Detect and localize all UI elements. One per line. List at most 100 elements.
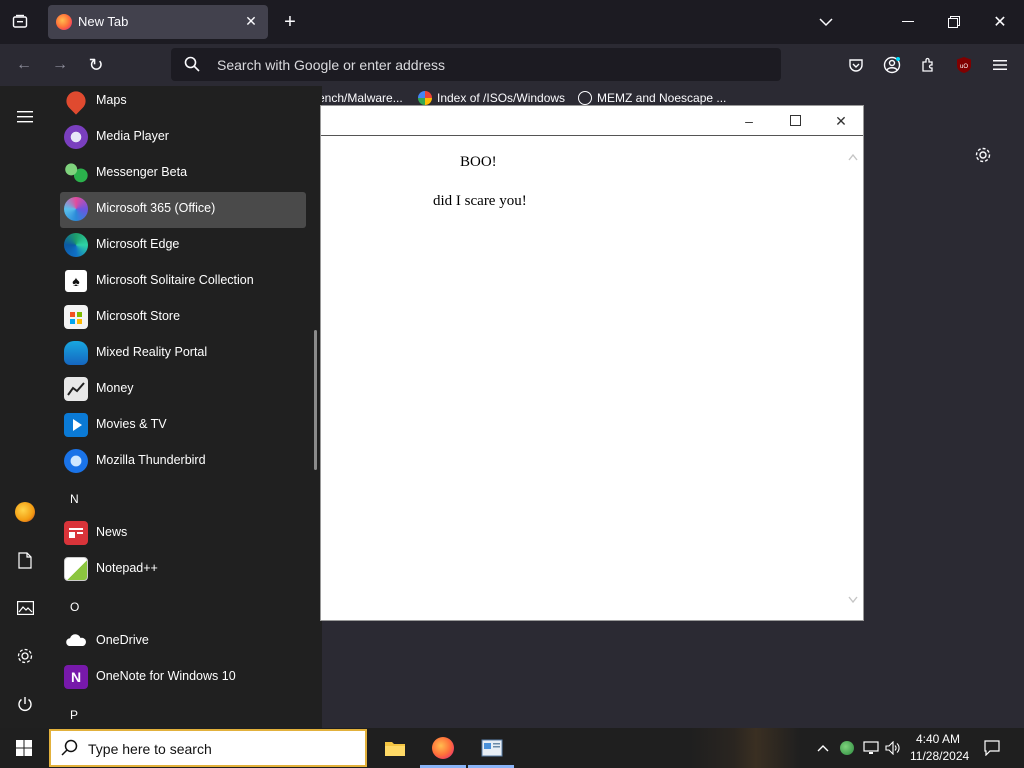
bookmark-isos-windows[interactable]: Index of /ISOs/Windows	[418, 91, 565, 105]
app-movies-tv[interactable]: Movies & TV	[60, 408, 306, 444]
onedrive-icon	[64, 629, 88, 653]
search-placeholder: Type here to search	[88, 741, 212, 757]
volume-icon[interactable]	[884, 738, 902, 758]
svg-text:uO: uO	[960, 64, 968, 70]
popup-scrollbar[interactable]	[843, 137, 863, 620]
gear-icon[interactable]	[972, 144, 994, 166]
tab-new-tab[interactable]: New Tab ✕	[48, 5, 268, 39]
pictures-icon[interactable]	[14, 597, 36, 619]
section-letter-o[interactable]: O	[70, 600, 79, 614]
clock-time[interactable]: 4:40 AM	[916, 732, 960, 746]
app-mixed-reality-portal[interactable]: Mixed Reality Portal	[60, 336, 306, 372]
app-microsoft-solitaire[interactable]: ♠ Microsoft Solitaire Collection	[60, 264, 306, 300]
section-letter-n[interactable]: N	[70, 492, 79, 506]
address-placeholder: Search with Google or enter address	[217, 57, 446, 73]
app-label: Notepad++	[96, 561, 158, 575]
start-menu-scrollbar[interactable]	[314, 330, 317, 470]
tray-app-icon[interactable]	[838, 738, 856, 758]
movies-tv-icon	[64, 413, 88, 437]
app-microsoft-store[interactable]: Microsoft Store	[60, 300, 306, 336]
tab-title: New Tab	[78, 14, 129, 29]
google-icon	[418, 91, 432, 105]
app-messenger-beta[interactable]: Messenger Beta	[60, 156, 306, 192]
globe-icon	[578, 91, 592, 105]
app-label: Mixed Reality Portal	[96, 345, 208, 359]
microsoft-365-icon	[64, 197, 88, 221]
edge-icon	[64, 233, 88, 257]
close-tab-icon[interactable]: ✕	[242, 12, 260, 30]
minimize-icon[interactable]	[898, 12, 918, 32]
restore-icon[interactable]	[944, 12, 964, 32]
section-letter-p[interactable]: P	[70, 708, 78, 722]
close-window-icon[interactable]: ✕	[990, 12, 1010, 32]
ublock-origin-icon[interactable]: uO	[954, 55, 974, 75]
app-onenote[interactable]: N OneNote for Windows 10	[60, 660, 306, 696]
pocket-icon[interactable]	[846, 55, 866, 75]
forward-icon[interactable]: →	[50, 55, 70, 75]
windows-start-icon[interactable]	[14, 738, 34, 758]
app-label: Messenger Beta	[96, 165, 188, 179]
settings-icon[interactable]	[14, 645, 36, 667]
notifications-icon[interactable]	[982, 738, 1002, 758]
power-icon[interactable]	[14, 693, 36, 715]
app-microsoft-edge[interactable]: Microsoft Edge	[60, 228, 306, 264]
firefox-taskbar-icon[interactable]	[430, 735, 456, 761]
taskbar-search-box[interactable]: Type here to search	[49, 729, 367, 767]
search-icon	[61, 739, 78, 756]
back-icon[interactable]: ←	[14, 55, 34, 75]
firefox-view-icon[interactable]	[10, 12, 30, 32]
clock-date[interactable]: 11/28/2024	[910, 749, 969, 763]
address-bar[interactable]: Search with Google or enter address	[171, 48, 781, 81]
app-mozilla-thunderbird[interactable]: Mozilla Thunderbird	[60, 444, 306, 480]
popup-close-icon[interactable]: ✕	[831, 112, 851, 130]
app-notepad-plus-plus[interactable]: Notepad++	[60, 552, 306, 588]
app-window-icon[interactable]	[479, 736, 505, 760]
account-icon[interactable]	[882, 55, 902, 75]
file-explorer-icon[interactable]	[382, 736, 408, 760]
money-icon	[64, 377, 88, 401]
app-label: Microsoft Store	[96, 309, 181, 323]
start-menu: Maps Media Player Messenger Beta Microso…	[0, 86, 322, 728]
app-microsoft-365[interactable]: Microsoft 365 (Office)	[60, 192, 306, 228]
microsoft-store-icon	[64, 305, 88, 329]
app-label: OneNote for Windows 10	[96, 669, 236, 683]
chevron-up-icon[interactable]	[814, 738, 832, 758]
popup-title-bar[interactable]: – ✕	[321, 106, 863, 136]
start-menu-rail	[0, 86, 48, 728]
mixed-reality-icon	[64, 341, 88, 365]
app-money[interactable]: Money	[60, 372, 306, 408]
windows-taskbar: Type here to search 4:40 AM 11/28/2024	[0, 728, 1024, 768]
documents-icon[interactable]	[14, 549, 36, 571]
app-label: Media Player	[96, 129, 169, 143]
app-onedrive[interactable]: OneDrive	[60, 624, 306, 660]
app-media-player[interactable]: Media Player	[60, 120, 306, 156]
bookmark-label: Index of /ISOs/Windows	[437, 91, 566, 105]
app-label: Mozilla Thunderbird	[96, 453, 206, 467]
list-all-tabs-icon[interactable]	[816, 12, 836, 32]
user-avatar[interactable]	[14, 501, 36, 523]
app-label: Movies & TV	[96, 417, 167, 431]
new-tab-icon[interactable]: +	[280, 11, 300, 33]
solitaire-icon: ♠	[64, 269, 88, 293]
app-label: Maps	[96, 93, 127, 107]
boo-popup-window: – ✕ BOO! did I scare you!	[320, 105, 864, 621]
bookmark-malware[interactable]: ench/Malware...	[318, 91, 403, 105]
extensions-icon[interactable]	[918, 55, 938, 75]
reload-icon[interactable]: ↻	[86, 55, 106, 75]
popup-minimize-icon[interactable]: –	[739, 112, 759, 130]
messenger-icon	[64, 161, 88, 185]
bookmark-label: MEMZ and Noescape ...	[597, 91, 727, 105]
app-label: OneDrive	[96, 633, 149, 647]
app-news[interactable]: News	[60, 516, 306, 552]
thunderbird-icon	[64, 449, 88, 473]
app-maps[interactable]: Maps	[60, 84, 306, 120]
hamburger-icon[interactable]	[14, 106, 36, 128]
bookmark-memz[interactable]: MEMZ and Noescape ...	[578, 91, 726, 105]
app-label: Microsoft Edge	[96, 237, 180, 251]
notepad-plus-plus-icon	[64, 557, 88, 581]
browser-tab-bar: New Tab ✕ + ✕	[0, 0, 1024, 44]
menu-icon[interactable]	[990, 55, 1010, 75]
firefox-icon	[56, 14, 72, 30]
popup-maximize-icon[interactable]	[785, 112, 805, 130]
network-icon[interactable]	[862, 738, 880, 758]
